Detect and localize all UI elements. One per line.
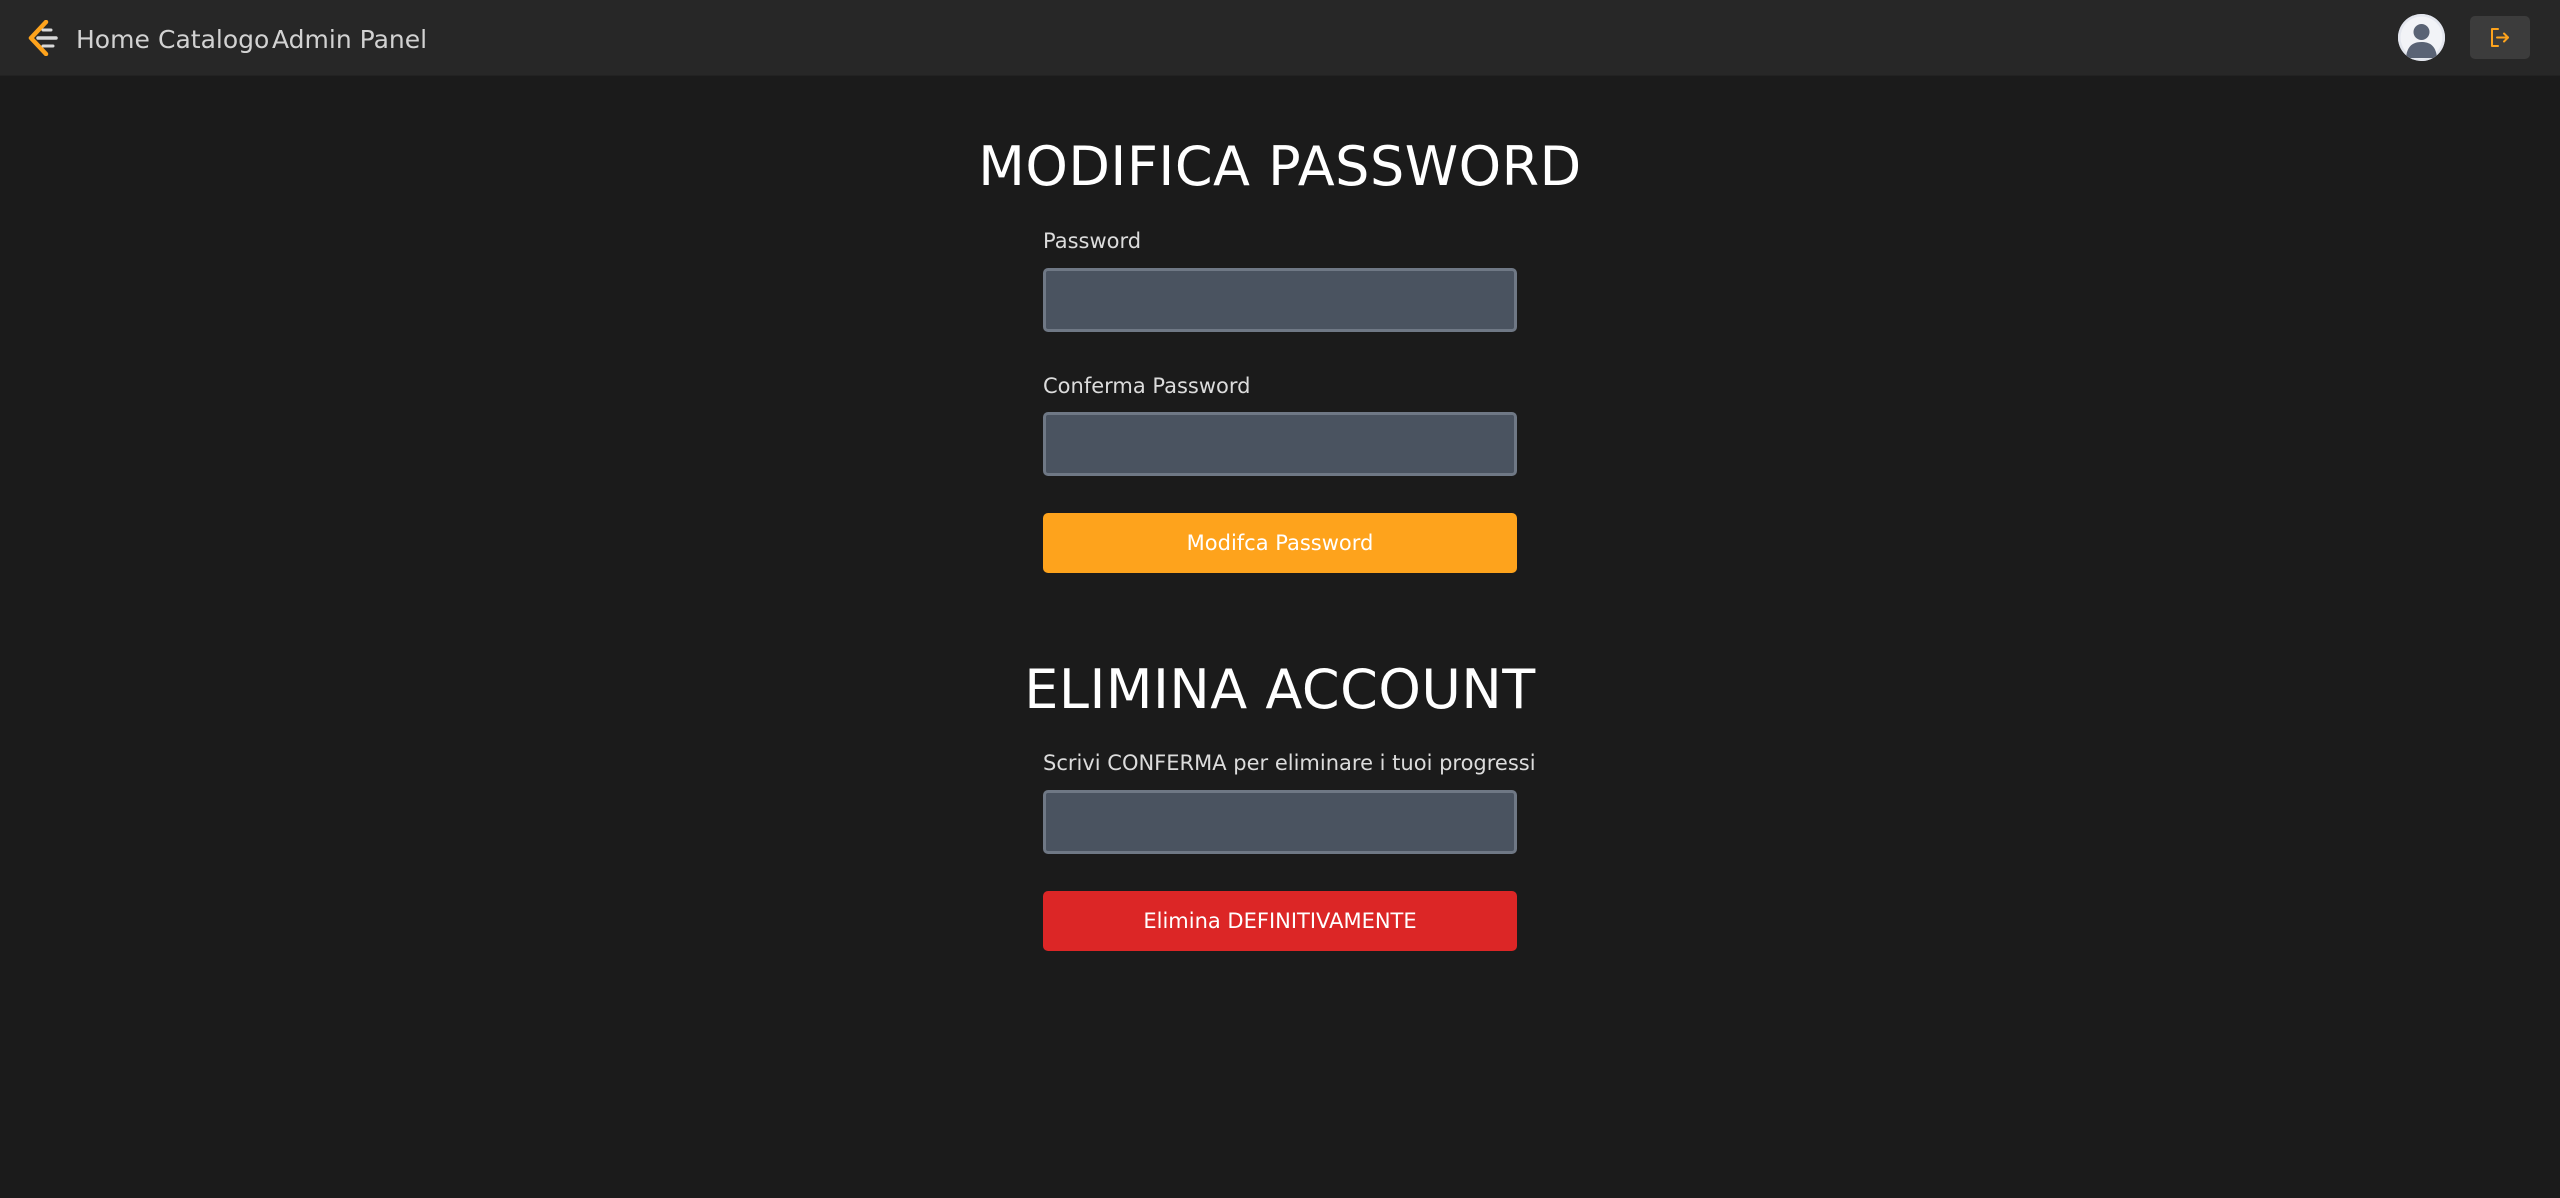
top-navbar: Home Catalogo Admin Panel <box>0 0 2560 75</box>
user-avatar-icon[interactable] <box>2398 14 2445 61</box>
nav-link-home[interactable]: Home <box>76 22 150 58</box>
logout-icon <box>2491 28 2509 47</box>
delete-account-title: ELIMINA ACCOUNT <box>1024 658 1536 721</box>
confirm-password-input[interactable] <box>1043 412 1517 476</box>
delete-confirm-input[interactable] <box>1043 790 1517 854</box>
code-bracket-logo-icon[interactable] <box>26 19 60 57</box>
logout-button[interactable] <box>2470 16 2530 59</box>
nav-link-admin-panel[interactable]: Admin Panel <box>272 22 427 58</box>
password-input[interactable] <box>1043 268 1517 332</box>
confirm-password-label: Conferma Password <box>1043 374 1251 398</box>
nav-link-catalogo[interactable]: Catalogo <box>158 22 269 58</box>
password-label: Password <box>1043 229 1142 253</box>
delete-account-button[interactable]: Elimina DEFINITIVAMENTE <box>1043 891 1517 951</box>
delete-confirm-label: Scrivi CONFERMA per eliminare i tuoi pro… <box>1043 751 1536 775</box>
change-password-title: MODIFICA PASSWORD <box>978 135 1582 198</box>
change-password-button[interactable]: Modifca Password <box>1043 513 1517 573</box>
